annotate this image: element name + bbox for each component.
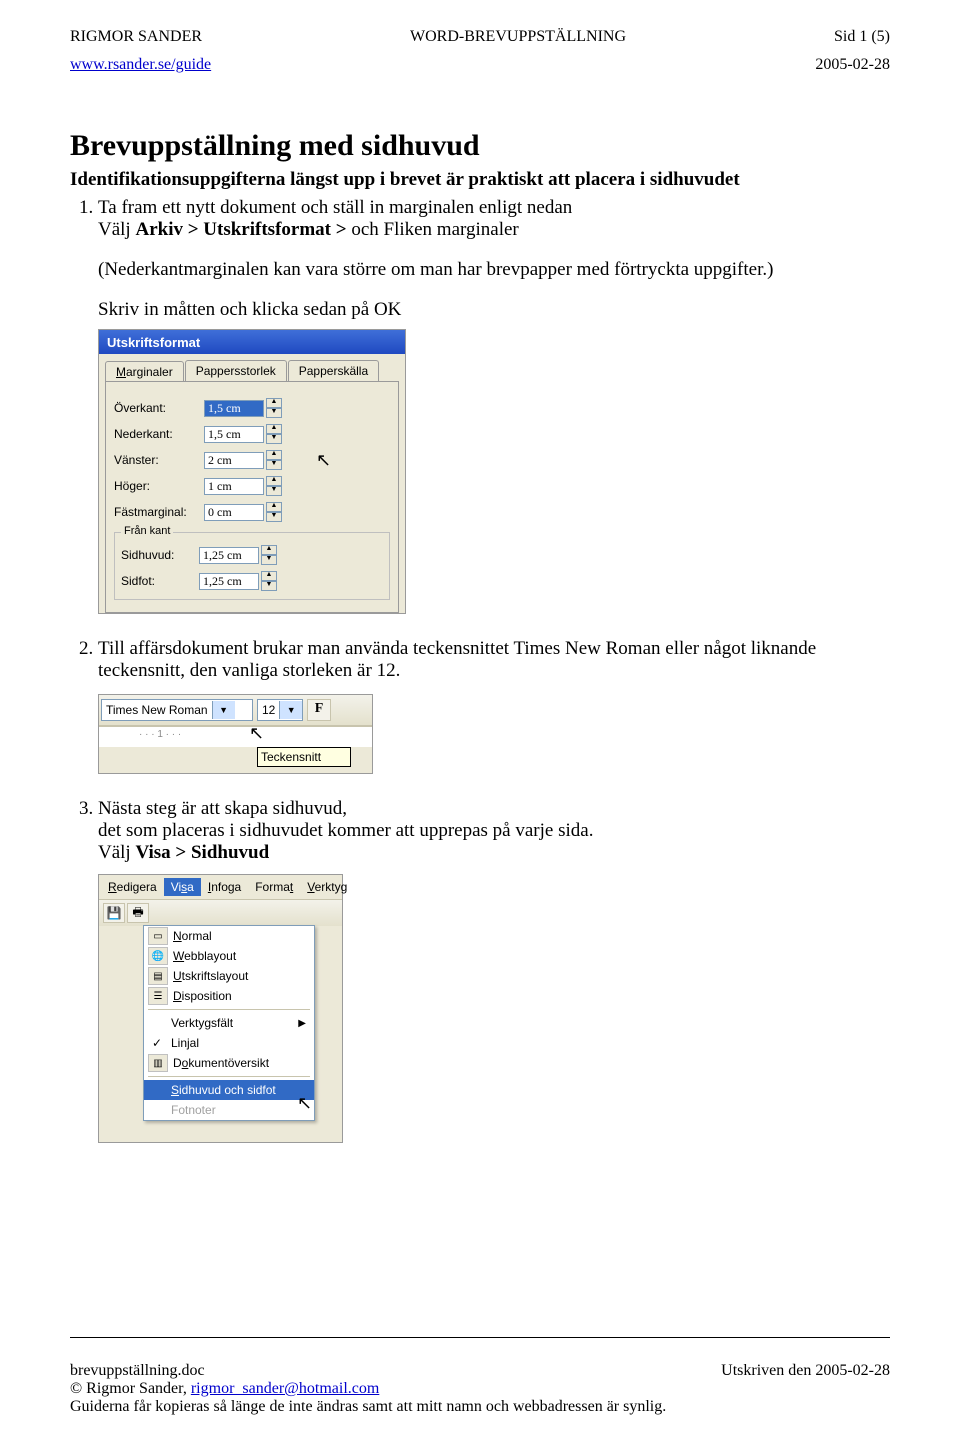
mitem-utskrift[interactable]: ▤Utskriftslayout [144,966,314,986]
cursor-icon: ↖ [249,723,264,744]
inp-right[interactable] [204,478,264,495]
font-tooltip: Teckensnitt [257,747,351,767]
lbl-header: Sidhuvud: [121,548,199,562]
menu-redigera[interactable]: Redigera [101,878,164,896]
check-icon: ✓ [148,1036,166,1050]
view-menu-screenshot: Redigera Visa Infoga Format Verktyg 💾 🖶 … [98,874,343,1143]
bold-button[interactable]: F [307,699,331,721]
grp-from-edge: Från kant [121,525,173,537]
font-name: Times New Roman [102,703,212,717]
mitem-webb[interactable]: 🌐Webblayout [144,946,314,966]
lbl-left: Vänster: [114,453,204,467]
hdr-pagecount: Sid 1 (5) [834,28,890,46]
inp-gutter[interactable] [204,504,264,521]
font-size: 12 [258,703,279,717]
step-1: Ta fram ett nytt dokument och ställ in m… [98,197,890,241]
inp-bottom[interactable] [204,426,264,443]
spin-left[interactable]: ▲▼ [266,450,282,470]
lbl-footer: Sidfot: [121,574,199,588]
mitem-linjal[interactable]: ✓Linjal [144,1033,314,1053]
normal-view-icon: ▭ [148,927,168,945]
cursor-icon: ↖ [316,450,331,471]
ftr-filename: brevuppställning.doc [70,1362,205,1380]
intro-text: Identifikationsuppgifterna längst upp i … [70,169,890,191]
ftr-printed: Utskriven den 2005-02-28 [721,1362,890,1380]
size-dropdown-icon[interactable]: ▼ [279,701,302,719]
spin-footer[interactable]: ▲▼ [261,571,277,591]
spin-bottom[interactable]: ▲▼ [266,424,282,444]
hdr-date: 2005-02-28 [815,56,890,74]
spin-header[interactable]: ▲▼ [261,545,277,565]
menu-verktyg[interactable]: Verktyg [300,878,354,896]
menu-format[interactable]: Format [248,878,300,896]
font-dropdown-icon[interactable]: ▼ [212,701,235,719]
menu-visa[interactable]: Visa [164,878,201,896]
lbl-top: Överkant: [114,401,204,415]
skriv-note: Skriv in måtten och klicka sedan på OK [98,299,890,321]
inp-footer[interactable] [199,573,259,590]
print-layout-icon: ▤ [148,967,168,985]
spin-top[interactable]: ▲▼ [266,398,282,418]
page-title: Brevuppställning med sidhuvud [70,129,890,163]
inp-top[interactable] [204,400,264,417]
print-icon[interactable]: 🖶 [127,903,149,923]
footer-separator [70,1337,890,1338]
margin-note: (Nederkantmarginalen kan vara större om … [98,259,890,281]
mitem-dokoversikt[interactable]: ▥Dokumentöversikt [144,1053,314,1073]
web-layout-icon: 🌐 [148,947,168,965]
font-combo[interactable]: Times New Roman ▼ [101,699,253,721]
font-toolbar: Times New Roman ▼ 12 ▼ F · · · 1 · · · ↖… [98,694,373,774]
step-2: Till affärsdokument brukar man använda t… [98,638,890,682]
inp-left[interactable] [204,452,264,469]
ftr-email[interactable]: rigmor_sander@hotmail.com [191,1380,379,1397]
step-3: Nästa steg är att skapa sidhuvud, det so… [98,798,890,864]
dropdown-visa: ▭Normal 🌐Webblayout ▤Utskriftslayout ☰Di… [143,925,315,1121]
hdr-author: RIGMOR SANDER [70,28,202,46]
outline-view-icon: ☰ [148,987,168,1005]
tab-papersize[interactable]: Pappersstorlek [185,360,287,381]
menu-infoga[interactable]: Infoga [201,878,248,896]
lbl-bottom: Nederkant: [114,427,204,441]
lbl-right: Höger: [114,479,204,493]
ftr-disclaimer: Guiderna får kopieras så länge de inte ä… [70,1398,890,1416]
spin-gutter[interactable]: ▲▼ [266,502,282,522]
dialog-titlebar: Utskriftsformat [99,330,405,354]
mitem-normal[interactable]: ▭Normal [144,926,314,946]
menubar: Redigera Visa Infoga Format Verktyg [99,875,342,900]
submenu-arrow-icon: ▶ [298,1018,306,1029]
tab-papersource[interactable]: Papperskälla [288,360,379,381]
ftr-copyright: © Rigmor Sander, [70,1380,191,1397]
ruler: · · · 1 · · · ↖ [99,726,372,747]
page-setup-dialog: Utskriftsformat Marginaler Pappersstorle… [98,329,406,614]
mitem-sidhuvud[interactable]: Sidhuvud och sidfot [144,1080,314,1100]
mitem-disposition[interactable]: ☰Disposition [144,986,314,1006]
mitem-verktygsfalt[interactable]: Verktygsfält▶ [144,1013,314,1033]
save-icon[interactable]: 💾 [103,903,125,923]
tab-margins[interactable]: Marginaler [105,361,184,382]
mitem-fotnoter: Fotnoter [144,1100,314,1120]
lbl-gutter: Fästmarginal: [114,505,204,519]
hdr-title: WORD-BREVUPPSTÄLLNING [410,28,626,46]
doc-map-icon: ▥ [148,1054,168,1072]
inp-header[interactable] [199,547,259,564]
hdr-url[interactable]: www.rsander.se/guide [70,56,211,74]
spin-right[interactable]: ▲▼ [266,476,282,496]
size-combo[interactable]: 12 ▼ [257,699,303,721]
